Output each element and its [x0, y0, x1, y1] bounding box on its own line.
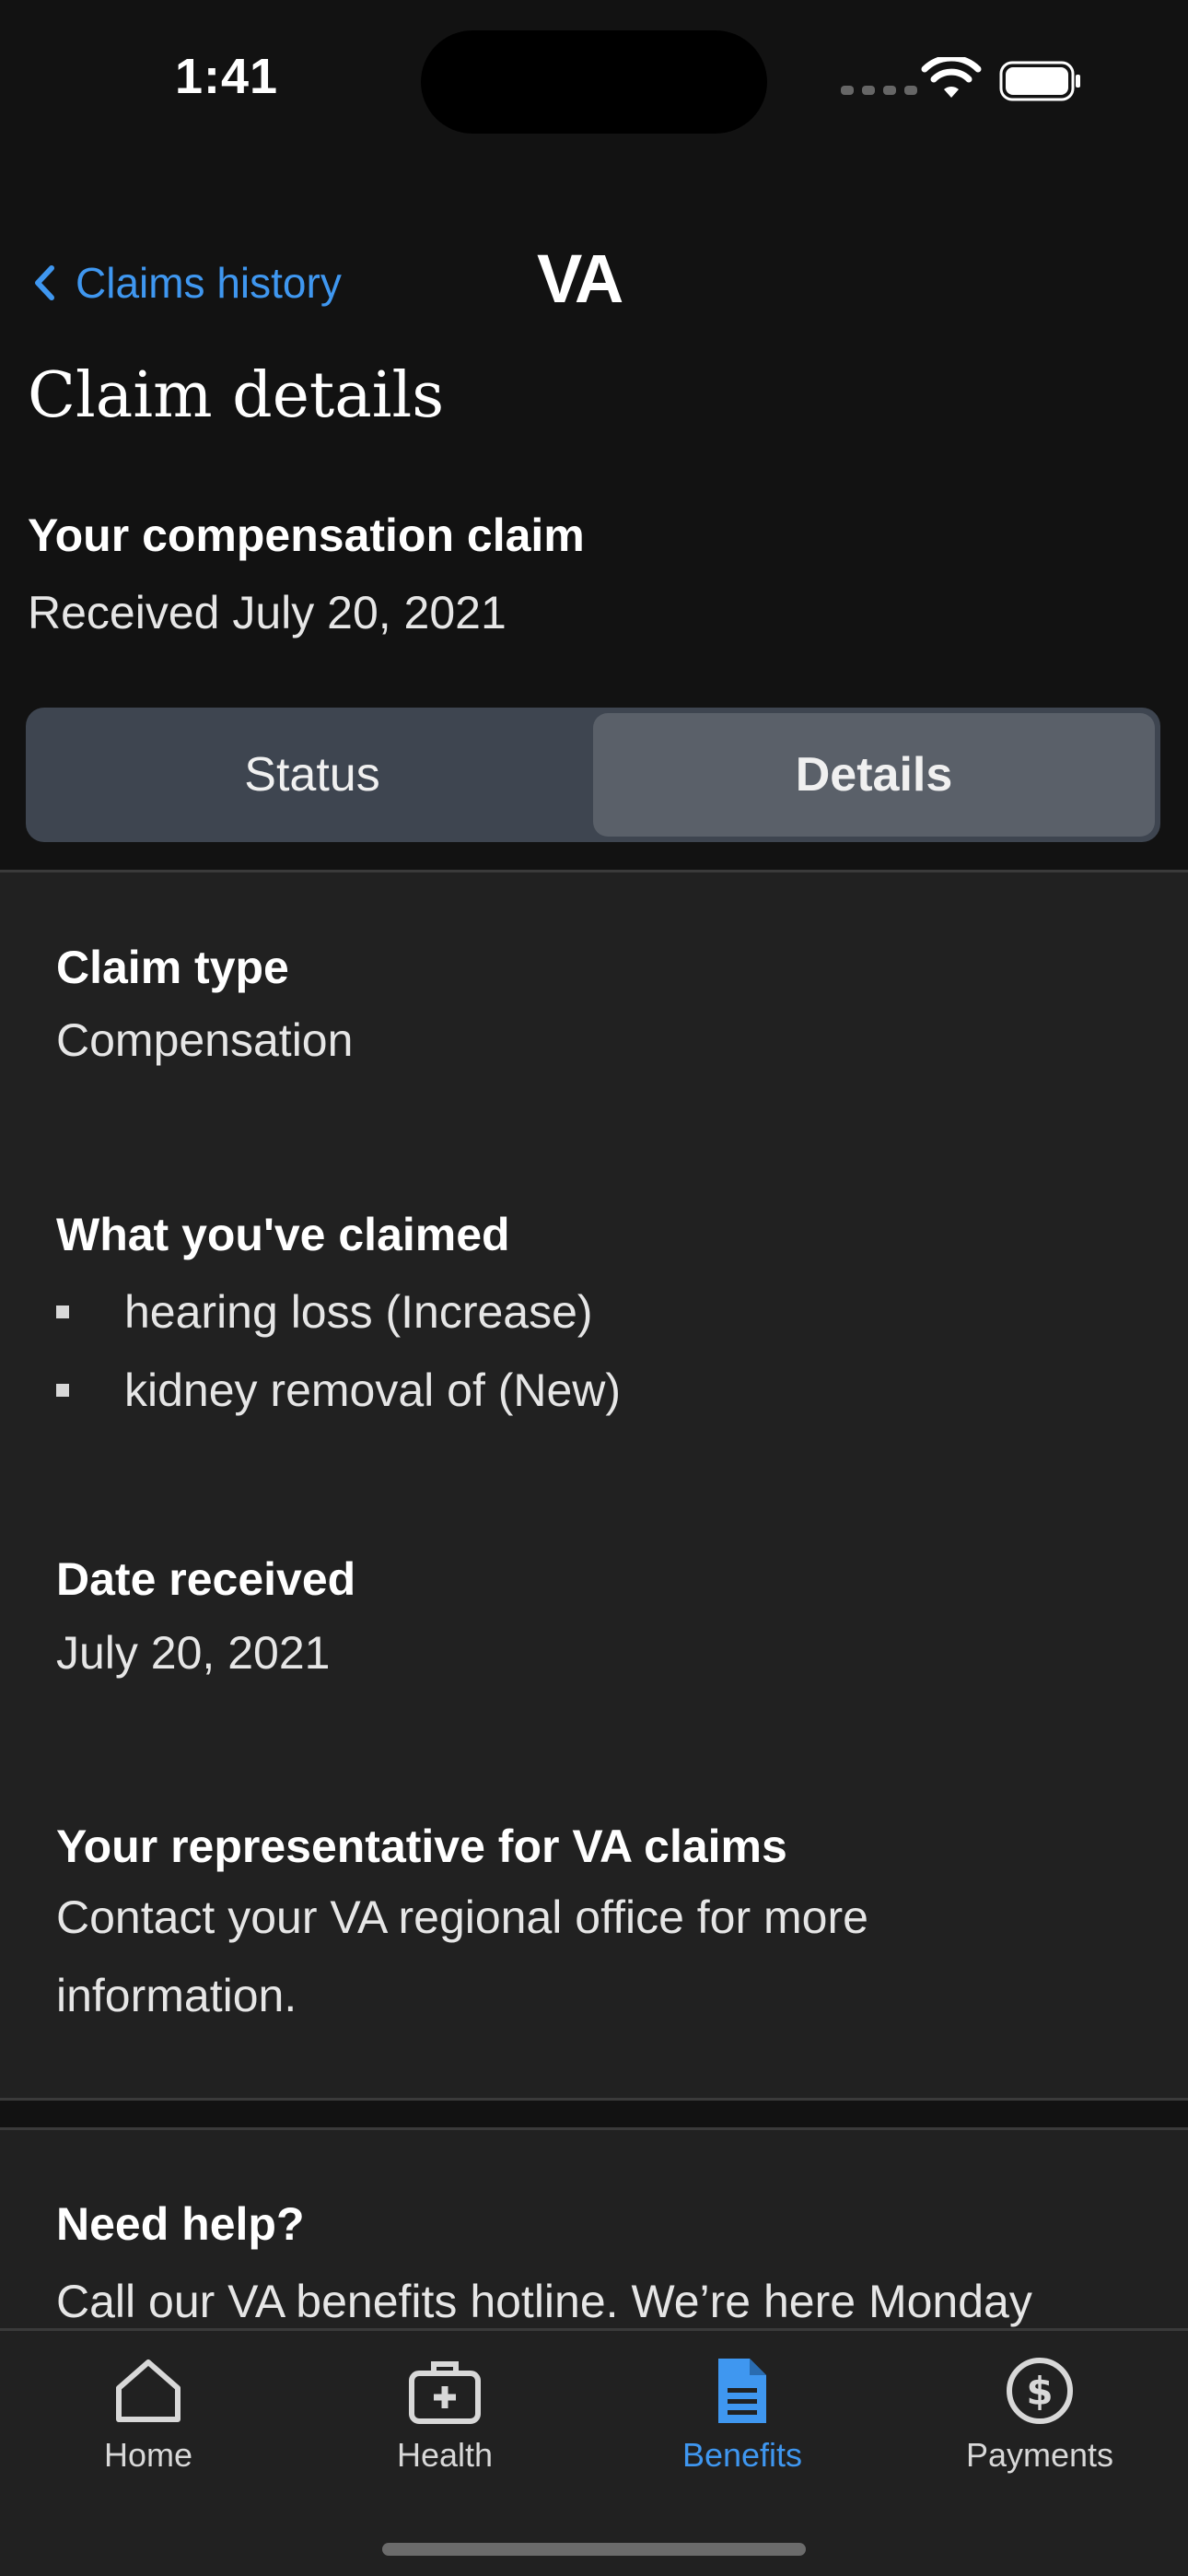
date-received-label: Date received — [56, 1553, 356, 1605]
dynamic-island — [421, 30, 767, 134]
claim-type-value: Compensation — [56, 1014, 354, 1066]
cellular-signal-icon — [841, 86, 917, 95]
claimed-item-text: kidney removal of (New) — [124, 1364, 622, 1416]
need-help-title: Need help? — [56, 2198, 305, 2250]
need-help-section: Need help? Call our VA benefits hotline.… — [0, 2130, 1188, 2328]
back-button[interactable]: Claims history — [33, 258, 342, 308]
bottom-tab-bar: Home Health Benefits $ Payments — [0, 2328, 1188, 2576]
tab-status[interactable]: Status — [31, 713, 593, 837]
tab-home[interactable]: Home — [38, 2357, 259, 2475]
status-time: 1:41 — [175, 49, 279, 104]
tab-payments-label: Payments — [965, 2436, 1114, 2474]
tab-benefits[interactable]: Benefits — [632, 2357, 853, 2475]
tab-health[interactable]: Health — [334, 2357, 555, 2475]
dollar-circle-icon: $ — [1007, 2358, 1073, 2424]
claimed-item-text: hearing loss (Increase) — [124, 1286, 593, 1338]
battery-icon — [999, 61, 1080, 101]
claim-received-date: Received July 20, 2021 — [28, 587, 507, 638]
back-button-label: Claims history — [76, 259, 342, 307]
navigation-bar: Claims history VA — [0, 221, 1188, 341]
bullet-icon — [56, 1306, 69, 1318]
tab-details[interactable]: Details — [593, 713, 1155, 837]
claimed-label: What you've claimed — [56, 1209, 510, 1260]
tab-payments[interactable]: $ Payments — [929, 2357, 1150, 2475]
bullet-icon — [56, 1384, 69, 1397]
medical-kit-icon — [409, 2361, 481, 2424]
representative-value: Contact your VA regional office for more… — [56, 1891, 868, 2021]
divider — [0, 2098, 1188, 2101]
claim-title: Your compensation claim — [28, 509, 585, 561]
tab-benefits-label: Benefits — [681, 2436, 803, 2474]
wifi-icon — [921, 57, 982, 98]
svg-text:$: $ — [1026, 2369, 1053, 2414]
claim-details-section: Claim type Compensation What you've clai… — [0, 872, 1188, 2098]
tab-health-label: Health — [396, 2436, 494, 2474]
document-icon — [718, 2359, 766, 2423]
claim-type-label: Claim type — [56, 942, 289, 993]
segmented-control: Status Details — [26, 708, 1160, 842]
va-logo: VA — [537, 240, 623, 317]
home-indicator — [382, 2543, 806, 2556]
date-received-value: July 20, 2021 — [56, 1627, 331, 1679]
list-item: hearing loss (Increase) — [56, 1285, 593, 1339]
home-icon — [116, 2359, 181, 2422]
representative-label: Your representative for VA claims — [56, 1821, 787, 1872]
need-help-text: Call our VA benefits hotline. We’re here… — [56, 2276, 1032, 2327]
tab-home-label: Home — [103, 2436, 193, 2474]
page-title: Claim details — [28, 359, 445, 432]
list-item: kidney removal of (New) — [56, 1364, 621, 1417]
status-bar: 1:41 — [0, 0, 1188, 157]
chevron-left-icon — [35, 265, 54, 300]
